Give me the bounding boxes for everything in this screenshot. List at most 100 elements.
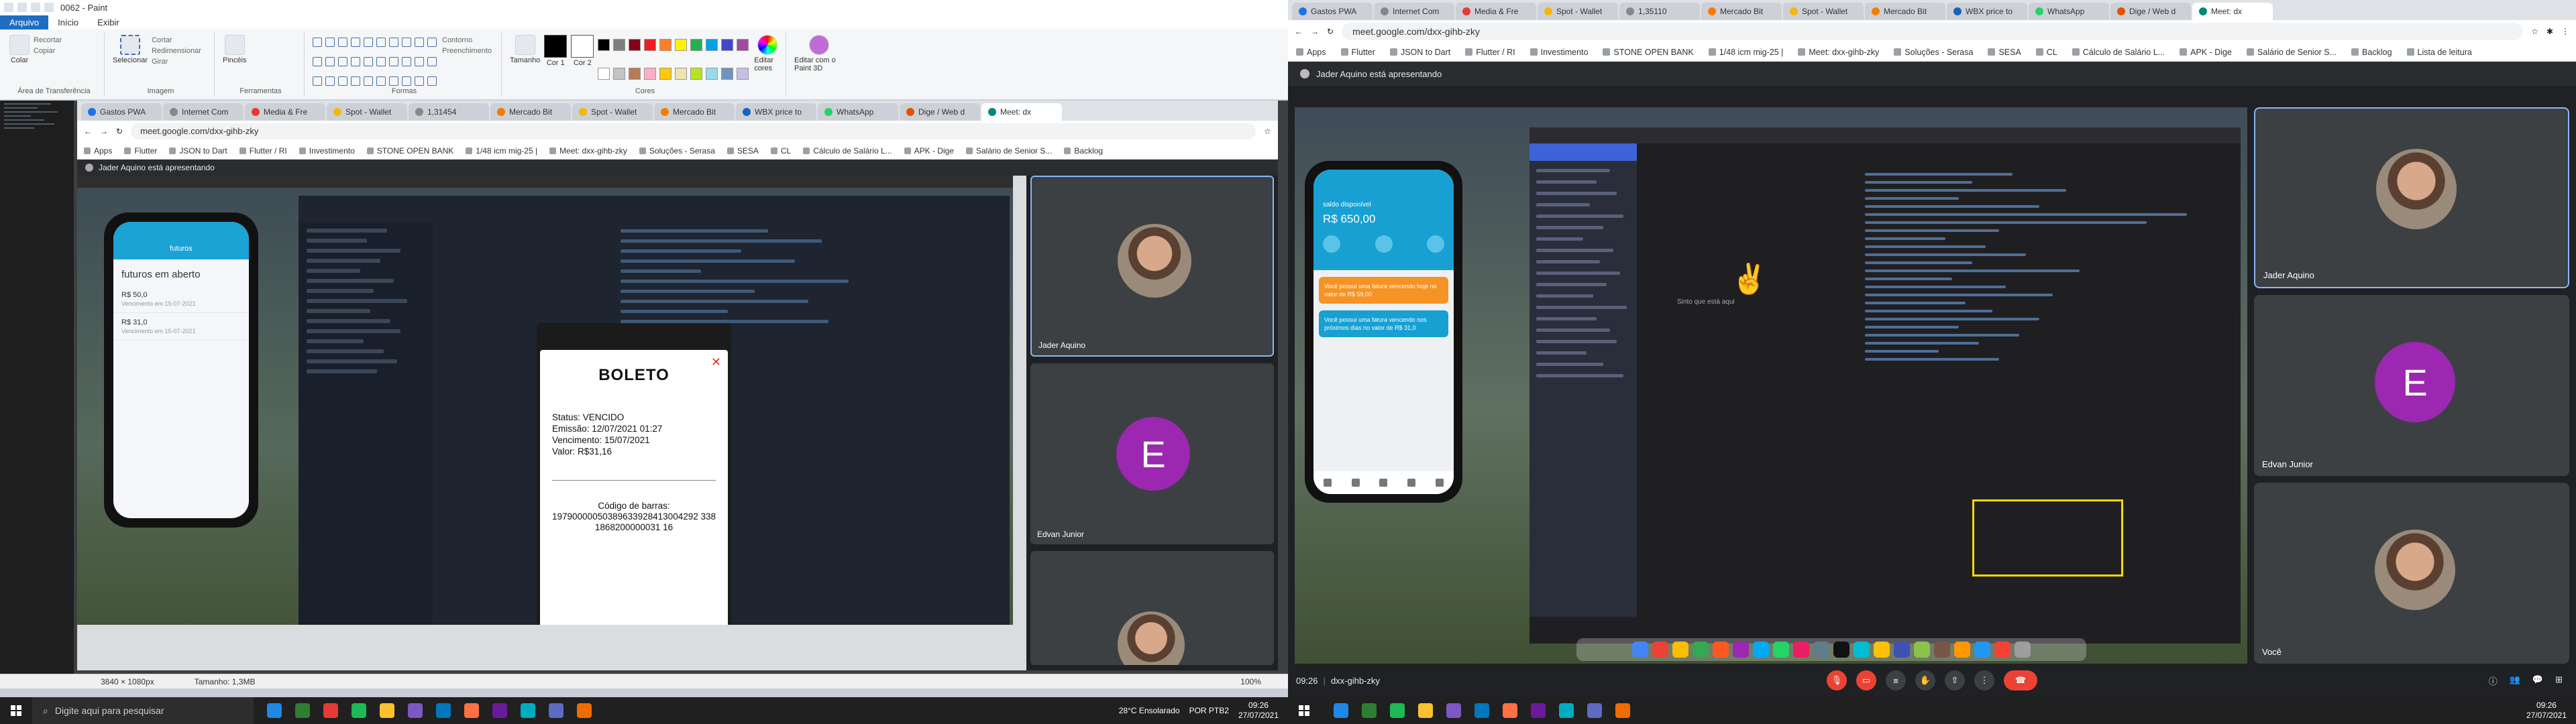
app-icon[interactable]	[1446, 703, 1461, 718]
tab-mercado2[interactable]: Mercado Bit	[1865, 3, 1945, 20]
cart-icon[interactable]	[1407, 479, 1416, 487]
color-swatch[interactable]	[598, 39, 610, 51]
outline-dropdown[interactable]: Contorno	[442, 35, 492, 46]
bookmark[interactable]: SESA	[727, 146, 759, 156]
alert-due-today[interactable]: Você possui uma fatura vencendo hoje no …	[1319, 277, 1448, 304]
flag-icon[interactable]	[1379, 479, 1388, 487]
edit-colors-button[interactable]: Editar cores	[754, 35, 780, 94]
dock-app-icon[interactable]	[1894, 642, 1910, 658]
menu-inicio[interactable]: Início	[48, 15, 88, 29]
right-url-input[interactable]: meet.google.com/dxx-gihb-zky	[1342, 23, 2524, 40]
bookmark[interactable]: Flutter	[1341, 48, 1375, 57]
tab-meet[interactable]: Meet: dx	[981, 103, 1062, 121]
color-swatch[interactable]	[659, 39, 672, 51]
app-icon[interactable]	[1334, 703, 1348, 718]
taskbar-clock[interactable]: 09:26 27/07/2021	[1238, 701, 1279, 721]
taskbar-search[interactable]: ⌕ Digite aqui para pesquisar	[32, 697, 254, 724]
tab-dige[interactable]: Dige / Web d	[2110, 3, 2191, 20]
color-swatch[interactable]	[675, 67, 688, 80]
captions-icon[interactable]: ≡	[1886, 670, 1906, 690]
fill-dropdown[interactable]: Preenchimento	[442, 46, 492, 56]
tab-gastos[interactable]: Gastos PWA	[1292, 3, 1373, 20]
color-swatch[interactable]	[629, 67, 641, 80]
app-icon[interactable]	[295, 703, 310, 718]
bookmark[interactable]: Flutter / RI	[1465, 48, 1515, 57]
copy-button[interactable]: Copiar	[34, 46, 62, 56]
color2-button[interactable]: Cor 2	[571, 35, 594, 94]
dock-app-icon[interactable]	[1813, 642, 1829, 658]
bookmark[interactable]: Backlog	[1064, 146, 1103, 156]
bookmark[interactable]: Backlog	[2351, 48, 2392, 57]
tab-quote[interactable]: 1,31454	[409, 103, 489, 121]
app-icon[interactable]	[1503, 703, 1517, 718]
app-icon[interactable]	[464, 703, 479, 718]
list-item[interactable]: R$ 31,0 Vencimento em 15-07-2021	[113, 313, 249, 341]
taskbar-clock[interactable]: 09:26 27/07/2021	[2526, 701, 2567, 721]
dock-app-icon[interactable]	[1753, 642, 1769, 658]
back-icon[interactable]: ←	[84, 127, 92, 136]
quick-access-toolbar[interactable]	[4, 3, 54, 12]
app-icon[interactable]	[1390, 703, 1405, 718]
chat-icon[interactable]: 💬	[2532, 674, 2543, 687]
participant-tile[interactable]: E Edvan Junior	[1030, 363, 1274, 544]
list-icon[interactable]	[1351, 479, 1360, 487]
bookmark[interactable]: Salário de Senior S...	[966, 146, 1052, 156]
color-swatch[interactable]	[721, 39, 734, 51]
participant-tile[interactable]: E Edvan Junior	[2254, 295, 2569, 476]
mic-off-icon[interactable]: 🎙	[1827, 670, 1847, 690]
cut-button[interactable]: Recortar	[34, 35, 62, 46]
select-button[interactable]: Selecionar	[113, 35, 148, 94]
tab-gastos[interactable]: Gastos PWA	[81, 103, 162, 121]
color-swatch[interactable]	[737, 67, 749, 80]
app-icon[interactable]	[1474, 703, 1489, 718]
dock-app-icon[interactable]	[1733, 642, 1749, 658]
app-icon[interactable]	[1559, 703, 1574, 718]
bookmark[interactable]: Apps	[84, 146, 112, 156]
bookmark[interactable]: Cálculo de Salário L...	[2072, 48, 2165, 57]
app-icon[interactable]	[408, 703, 423, 718]
app-icon[interactable]	[1418, 703, 1433, 718]
app-icon[interactable]	[521, 703, 535, 718]
bookmark[interactable]: Flutter	[124, 146, 157, 156]
menu-arquivo[interactable]: Arquivo	[0, 15, 49, 29]
dock-app-icon[interactable]	[1854, 642, 1870, 658]
bookmark[interactable]: STONE OPEN BANK	[367, 146, 453, 156]
tab-dige[interactable]: Dige / Web d	[900, 103, 980, 121]
dock-app-icon[interactable]	[2015, 642, 2031, 658]
color-swatch[interactable]	[706, 39, 718, 51]
bookmark[interactable]: Investimento	[1530, 48, 1589, 57]
tab-whatsapp[interactable]: WhatsApp	[2029, 3, 2109, 20]
paste-button[interactable]: Colar	[9, 35, 30, 94]
tab-mercado1[interactable]: Mercado Bit	[1701, 3, 1782, 20]
forward-icon[interactable]: →	[100, 127, 108, 136]
rotate-button[interactable]: Girar	[152, 56, 201, 67]
color-palette[interactable]	[598, 39, 750, 94]
activities-icon[interactable]: ⊞	[2555, 674, 2563, 687]
tab-mercado1[interactable]: Mercado Bit	[490, 103, 571, 121]
more-icon[interactable]: ⋮	[1974, 670, 1994, 690]
star-icon[interactable]: ☆	[1264, 127, 1271, 136]
app-icon[interactable]	[1587, 703, 1602, 718]
tab-spot1[interactable]: Spot - Wallet	[327, 103, 407, 121]
bookmark[interactable]: STONE OPEN BANK	[1603, 48, 1693, 57]
color-swatch[interactable]	[613, 39, 626, 51]
app-icon[interactable]	[323, 703, 338, 718]
color-swatch[interactable]	[675, 39, 688, 51]
app-icon[interactable]	[1615, 703, 1630, 718]
color-swatch[interactable]	[598, 67, 610, 80]
bookmark[interactable]: Meet: dxx-gihb-zky	[1798, 48, 1879, 57]
bookmark[interactable]: CL	[2036, 48, 2057, 57]
tab-mercado2[interactable]: Mercado Bit	[654, 103, 735, 121]
app-icon[interactable]	[549, 703, 564, 718]
reading-list[interactable]: Lista de leitura	[2407, 48, 2472, 57]
participant-tile[interactable]: Você	[2254, 483, 2569, 664]
bookmark[interactable]: Soluções - Serasa	[1894, 48, 1973, 57]
tab-spot2[interactable]: Spot - Wallet	[1783, 3, 1864, 20]
dock-app-icon[interactable]	[1693, 642, 1709, 658]
user-icon[interactable]	[1436, 479, 1444, 487]
dock-app-icon[interactable]	[1833, 642, 1849, 658]
dock-app-icon[interactable]	[1672, 642, 1688, 658]
bookmark[interactable]: APK - Dige	[2180, 48, 2232, 57]
tab-media[interactable]: Media & Fre	[245, 103, 325, 121]
tab-internet[interactable]: Internet Com	[1374, 3, 1454, 20]
